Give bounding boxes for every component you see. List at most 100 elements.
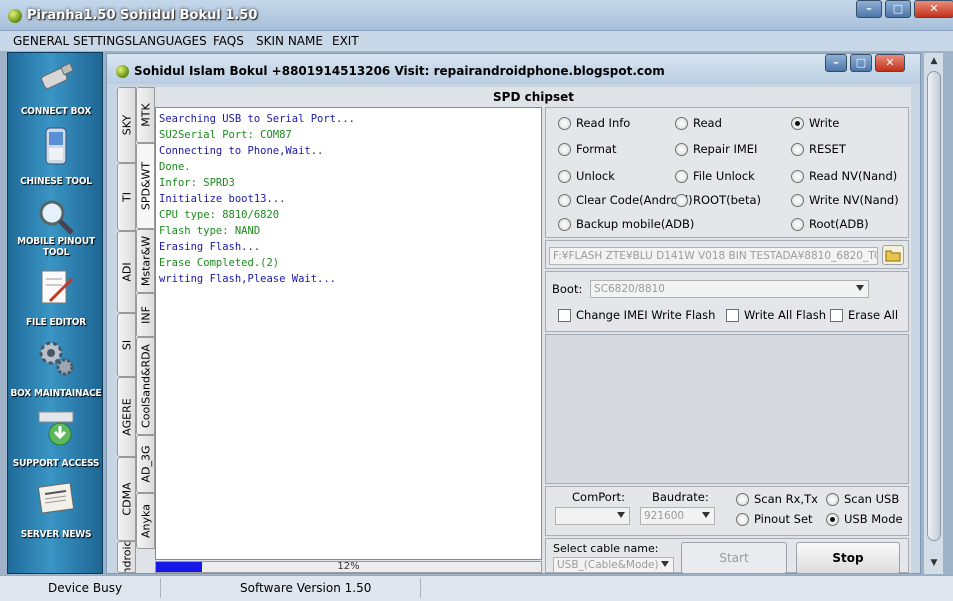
- status-divider: [160, 578, 161, 598]
- sidebar-item-box-maintainace[interactable]: BOX MAINTAINACE: [8, 335, 104, 405]
- log-output[interactable]: Searching USB to Serial Port... SU2Serial…: [155, 107, 542, 560]
- inner-close-icon[interactable]: ✕: [875, 54, 905, 72]
- main-content: SKY TI ADI SI AGERE CDMA ndroid MTK SPD&…: [117, 87, 911, 574]
- tab-inf[interactable]: INF: [136, 293, 155, 337]
- tab-agere[interactable]: AGERE: [117, 377, 136, 457]
- radio-pinout-set[interactable]: Pinout Set: [736, 512, 813, 526]
- radio-usb-mode[interactable]: USB Mode: [826, 512, 903, 526]
- radio-scan-rx-tx[interactable]: Scan Rx,Tx: [736, 492, 818, 506]
- log-line: writing Flash,Please Wait...: [159, 273, 337, 285]
- sidebar-item-label: CHINESE TOOL: [20, 176, 92, 187]
- usb-stick-icon: [41, 62, 74, 89]
- menu-languages[interactable]: LANGUAGES: [132, 34, 207, 48]
- scroll-down-icon[interactable]: ▼: [927, 558, 941, 570]
- log-line: Connecting to Phone,Wait..: [159, 145, 324, 157]
- radio-root-adb[interactable]: Root(ADB): [791, 217, 869, 231]
- menu-skin-name[interactable]: SKIN NAME: [256, 34, 323, 48]
- window-title: Piranha1.50 Sohidul Bokul 1.50: [27, 8, 258, 23]
- comport-label: ComPort:: [572, 490, 625, 504]
- sidebar-item-label: BOX MAINTAINACE: [10, 388, 102, 399]
- chevron-down-icon: [856, 285, 864, 291]
- window-controls: – □ ✕: [856, 0, 953, 18]
- tab-android[interactable]: ndroid: [117, 541, 136, 573]
- radio-scan-usb[interactable]: Scan USB: [826, 492, 899, 506]
- tab-si[interactable]: SI: [117, 313, 136, 377]
- status-version: Software Version 1.50: [240, 581, 372, 595]
- sidebar-item-mobile-pinout-tool[interactable]: MOBILE PINOUT TOOL: [8, 194, 104, 264]
- log-line: Flash type: NAND: [159, 225, 261, 237]
- write-all-flash-checkbox[interactable]: Write All Flash: [726, 308, 826, 322]
- panel-header: SPD chipset: [493, 90, 574, 104]
- sidebar-item-connect-box[interactable]: CONNECT BOX: [8, 53, 104, 123]
- file-path-panel: F:¥FLASH ZTE¥BLU D141W V018 BIN TESTADA¥…: [545, 240, 909, 269]
- open-folder-button[interactable]: [882, 245, 904, 265]
- minimize-icon[interactable]: –: [856, 0, 882, 18]
- inner-minimize-icon[interactable]: –: [825, 54, 847, 72]
- tab-ti[interactable]: TI: [117, 163, 136, 231]
- status-divider: [420, 578, 421, 598]
- menu-general-settings[interactable]: GENERAL SETTINGS: [13, 34, 132, 48]
- sidebar: CONNECT BOX CHINESE TOOL MOBILE PINOUT T…: [7, 52, 103, 574]
- radio-root-beta[interactable]: ROOT(beta): [675, 193, 761, 207]
- tab-mstar-w[interactable]: Mstar&W: [136, 229, 155, 293]
- tab-ad-3g[interactable]: AD_3G: [136, 435, 155, 493]
- vertical-scrollbar[interactable]: ▲ ▼: [923, 53, 943, 574]
- port-panel: ComPort: Baudrate: 921600 Scan Rx,Tx Scan…: [545, 486, 909, 536]
- radio-write-nv-nand[interactable]: Write NV(Nand): [791, 193, 899, 207]
- radio-read[interactable]: Read: [675, 116, 722, 130]
- log-line: Erase Completed.(2): [159, 257, 280, 269]
- menu-exit[interactable]: EXIT: [332, 34, 359, 48]
- tab-anyka[interactable]: Anyka: [136, 493, 155, 549]
- scroll-up-icon[interactable]: ▲: [927, 56, 941, 68]
- scroll-thumb[interactable]: [927, 71, 941, 541]
- radio-reset[interactable]: RESET: [791, 142, 846, 156]
- radio-read-info[interactable]: Read Info: [558, 116, 630, 130]
- maximize-icon[interactable]: □: [885, 0, 911, 18]
- sidebar-item-chinese-tool[interactable]: CHINESE TOOL: [8, 123, 104, 193]
- tab-adi[interactable]: ADI: [117, 231, 136, 313]
- inner-maximize-icon[interactable]: □: [850, 54, 872, 72]
- start-button[interactable]: Start: [681, 542, 787, 574]
- document-edit-icon: [41, 270, 74, 304]
- radio-clear-code-android[interactable]: Clear Code(Android): [558, 193, 693, 207]
- status-device: Device Busy: [48, 581, 123, 595]
- sidebar-item-label: SUPPORT ACCESS: [12, 458, 100, 469]
- cable-select[interactable]: USB_(Cable&Mode): [553, 557, 674, 573]
- sidebar-item-support-access[interactable]: SUPPORT ACCESS: [8, 405, 104, 475]
- comport-select[interactable]: [555, 507, 630, 525]
- baudrate-select[interactable]: 921600: [640, 507, 715, 525]
- boot-label: Boot:: [552, 282, 583, 296]
- menu-bar: GENERAL SETTINGS LANGUAGES FAQS SKIN NAM…: [0, 31, 953, 51]
- sidebar-item-file-editor[interactable]: FILE EDITOR: [8, 264, 104, 334]
- file-path-field[interactable]: F:¥FLASH ZTE¥BLU D141W V018 BIN TESTADA¥…: [549, 247, 878, 265]
- progress-bar: 12%: [155, 561, 542, 573]
- radio-repair-imei[interactable]: Repair IMEI: [675, 142, 757, 156]
- log-line: Searching USB to Serial Port...: [159, 113, 355, 125]
- menu-faqs[interactable]: FAQS: [213, 34, 244, 48]
- cable-panel: Select cable name: USB_(Cable&Mode) Star…: [545, 538, 909, 574]
- radio-read-nv-nand[interactable]: Read NV(Nand): [791, 169, 897, 183]
- tab-sky[interactable]: SKY: [117, 87, 136, 163]
- sidebar-item-server-news[interactable]: SERVER NEWS: [8, 476, 104, 546]
- log-line: CPU type: 8810/6820: [159, 209, 280, 221]
- inner-logo-icon: [116, 65, 129, 78]
- change-imei-checkbox[interactable]: Change IMEI Write Flash: [558, 308, 715, 322]
- tab-coolsand-rda[interactable]: CoolSand&RDA: [136, 337, 155, 435]
- tab-spd-wt[interactable]: SPD&WT: [136, 143, 155, 229]
- operations-panel: Read Info Read Write Format Repair IMEI RESET…: [545, 107, 909, 238]
- stop-button[interactable]: Stop: [796, 542, 900, 574]
- close-icon[interactable]: ✕: [914, 0, 953, 18]
- radio-write[interactable]: Write: [791, 116, 839, 130]
- radio-unlock[interactable]: Unlock: [558, 169, 615, 183]
- download-icon: [38, 411, 74, 446]
- radio-format[interactable]: Format: [558, 142, 617, 156]
- radio-file-unlock[interactable]: File Unlock: [675, 169, 755, 183]
- radio-backup-mobile-adb[interactable]: Backup mobile(ADB): [558, 217, 694, 231]
- erase-all-checkbox[interactable]: Erase All: [830, 308, 898, 322]
- tab-mtk[interactable]: MTK: [136, 87, 155, 143]
- boot-select[interactable]: SC6820/8810: [590, 280, 869, 298]
- progress-percent: 12%: [337, 561, 360, 572]
- inner-title-bar: Sohidul Islam Bokul +8801914513206 Visit…: [107, 54, 920, 84]
- tab-cdma[interactable]: CDMA: [117, 457, 136, 541]
- chevron-down-icon: [661, 561, 669, 567]
